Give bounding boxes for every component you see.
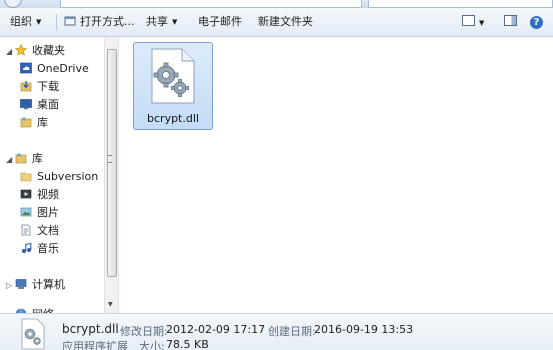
details-pane: bcrypt.dll 应用程序扩展 修改日期: 2012-02-09 17:17… — [0, 313, 553, 350]
nav-videos-label: 视频 — [37, 188, 59, 201]
change-view-button[interactable]: ▼ — [462, 15, 484, 29]
nav-desktop[interactable]: 桌面 — [20, 97, 59, 113]
toolbar-divider — [56, 14, 57, 30]
library-icon — [15, 153, 27, 164]
nav-favorites-label: 收藏夹 — [32, 44, 65, 57]
nav-downloads-label: 下载 — [37, 80, 59, 93]
folder-icon — [20, 172, 32, 182]
email-button[interactable]: 电子邮件 — [198, 15, 242, 29]
picture-icon — [20, 207, 32, 217]
document-icon — [21, 224, 31, 236]
nav-downloads[interactable]: 下载 — [20, 79, 59, 95]
search-box[interactable] — [368, 0, 553, 8]
nav-pictures[interactable]: 图片 — [20, 205, 59, 221]
command-bar: 组织 ▼ 打开方式... 共享 ▼ 电子邮件 新建文件夹 ▼ ? — [0, 8, 553, 37]
nav-pictures-label: 图片 — [37, 206, 59, 219]
organize-button[interactable]: 组织 ▼ — [10, 15, 41, 29]
details-file-type: 应用程序扩展 — [62, 340, 128, 350]
size-label: 大小: — [139, 340, 165, 350]
preview-pane-icon — [504, 15, 517, 26]
nav-computer[interactable]: ▷ 计算机 — [6, 277, 65, 293]
cloud-icon — [20, 62, 32, 74]
nav-favorites[interactable]: ◢ 收藏夹 — [6, 43, 65, 59]
created-date-value: 2016-09-19 13:53 — [314, 323, 414, 336]
file-item-bcrypt-dll[interactable]: bcrypt.dll — [133, 42, 213, 130]
new-folder-label: 新建文件夹 — [258, 15, 313, 28]
size-value: 78.5 KB — [166, 338, 209, 350]
chevron-down-icon: ▼ — [479, 19, 485, 27]
created-date-label: 创建日期: — [268, 325, 316, 338]
nav-music-label: 音乐 — [37, 242, 59, 255]
computer-icon — [15, 279, 27, 289]
new-folder-button[interactable]: 新建文件夹 — [258, 15, 313, 29]
nav-scrollbar[interactable]: ▼ — [104, 37, 118, 313]
file-list-area[interactable]: bcrypt.dll — [119, 37, 553, 313]
organize-label: 组织 — [10, 15, 32, 28]
scroll-down-icon[interactable]: ▼ — [108, 301, 113, 308]
star-icon — [15, 44, 27, 56]
dll-gear-icon — [21, 318, 45, 350]
nav-subversion[interactable]: Subversion — [20, 169, 98, 185]
help-button[interactable]: ? — [530, 15, 543, 29]
nav-libraries[interactable]: ◢ 库 — [6, 151, 43, 167]
nav-documents[interactable]: 文档 — [20, 223, 59, 239]
nav-music[interactable]: 音乐 — [20, 241, 59, 257]
nav-libraries-shortcut[interactable]: 库 — [20, 115, 48, 131]
chevron-down-icon: ▼ — [36, 18, 42, 26]
nav-documents-label: 文档 — [37, 224, 59, 237]
help-icon: ? — [530, 16, 543, 29]
view-icon — [462, 15, 475, 26]
file-name-label: bcrypt.dll — [147, 112, 199, 125]
nav-computer-label: 计算机 — [32, 278, 65, 291]
open-with-label: 打开方式... — [80, 15, 135, 28]
desktop-icon — [20, 99, 32, 110]
expand-arrow-icon[interactable]: ▷ — [6, 278, 14, 294]
nav-onedrive-label: OneDrive — [37, 62, 89, 75]
nav-desktop-label: 桌面 — [37, 98, 59, 111]
download-folder-icon — [20, 81, 32, 92]
details-file-name: bcrypt.dll — [62, 322, 119, 336]
video-icon — [20, 189, 32, 199]
preview-pane-button[interactable] — [504, 15, 517, 29]
collapse-arrow-icon[interactable]: ◢ — [6, 152, 14, 168]
music-icon — [22, 242, 32, 253]
library-icon — [20, 117, 32, 128]
back-button[interactable] — [4, 0, 22, 8]
navigation-pane: ◢ 收藏夹 OneDrive 下载 桌面 库 ◢ 库 Subversion 视频 图… — [0, 37, 119, 313]
explorer-window: 组织 ▼ 打开方式... 共享 ▼ 电子邮件 新建文件夹 ▼ ? ◢ 收藏夹 O… — [0, 0, 553, 350]
open-with-icon — [64, 16, 76, 26]
nav-libraries-shortcut-label: 库 — [37, 116, 48, 129]
collapse-arrow-icon[interactable]: ◢ — [6, 44, 14, 60]
share-button[interactable]: 共享 ▼ — [146, 15, 177, 29]
modified-date-value: 2012-02-09 17:17 — [166, 323, 266, 336]
nav-libraries-label: 库 — [32, 152, 43, 165]
scroll-grip-icon — [108, 155, 112, 163]
nav-scrollbar-thumb[interactable] — [107, 49, 117, 277]
chevron-down-icon: ▼ — [172, 18, 178, 26]
address-bar[interactable] — [60, 0, 362, 8]
modified-date-label: 修改日期: — [120, 325, 168, 338]
open-with-button[interactable]: 打开方式... — [64, 15, 135, 29]
share-label: 共享 — [146, 15, 168, 28]
dll-gear-icon — [151, 48, 195, 104]
nav-videos[interactable]: 视频 — [20, 187, 59, 203]
nav-onedrive[interactable]: OneDrive — [20, 61, 89, 77]
nav-subversion-label: Subversion — [37, 170, 99, 183]
email-label: 电子邮件 — [198, 15, 242, 28]
